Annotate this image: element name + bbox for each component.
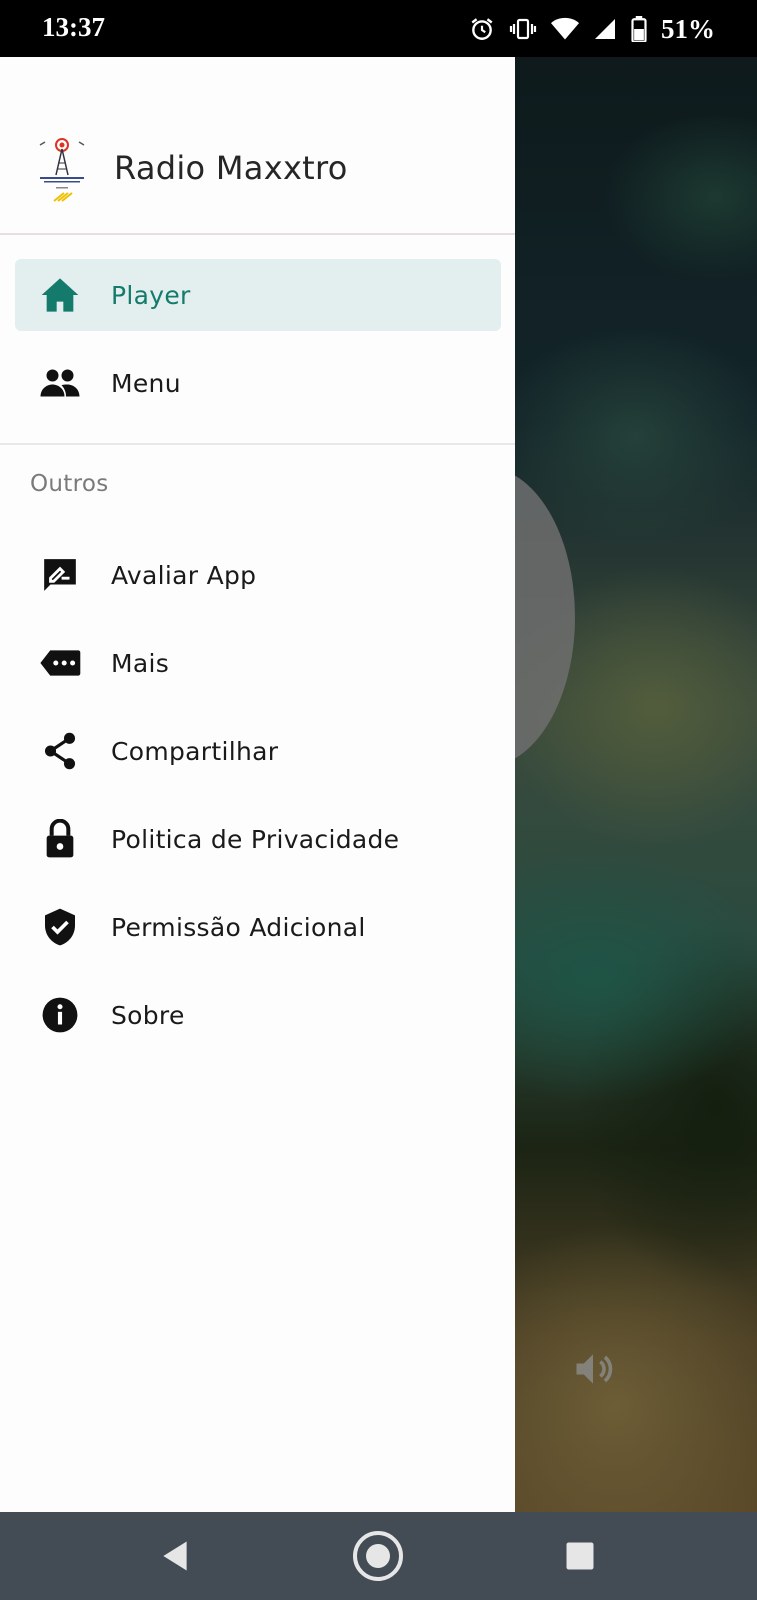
navigation-drawer: Radio Maxxtro Player Menu Outros Avaliar… [0, 57, 515, 1512]
drawer-item-menu[interactable]: Menu [15, 347, 501, 419]
signal-icon [595, 19, 615, 39]
drawer-item-politica-de-privacidade[interactable]: Politica de Privacidade [15, 803, 501, 875]
back-icon [163, 1541, 187, 1571]
battery-percentage: 51% [661, 13, 715, 44]
info-icon [39, 994, 81, 1036]
status-bar: 13:37 51% [0, 0, 757, 57]
drawer-item-permissao-adicional[interactable]: Permissão Adicional [15, 891, 501, 963]
shield-check-icon [39, 906, 81, 948]
drawer-item-label: Avaliar App [111, 560, 257, 590]
people-icon [39, 362, 81, 404]
section-title-outros: Outros [30, 471, 109, 497]
drawer-divider [0, 443, 515, 445]
drawer-item-label: Player [111, 280, 191, 310]
volume-icon [576, 1354, 613, 1384]
wifi-icon [551, 17, 579, 40]
app-logo [39, 138, 85, 202]
drawer-item-label: Sobre [111, 1000, 185, 1030]
back-button[interactable] [135, 1512, 215, 1600]
drawer-item-mais[interactable]: Mais [15, 627, 501, 699]
drawer-item-compartilhar[interactable]: Compartilhar [15, 715, 501, 787]
status-time: 13:37 [42, 12, 105, 42]
drawer-header: Radio Maxxtro [0, 57, 515, 235]
alarm-icon [471, 18, 493, 40]
vibrate-icon [509, 18, 537, 40]
system-navigation-bar [0, 1512, 757, 1600]
home-button[interactable] [338, 1512, 418, 1600]
rate-review-icon [39, 554, 81, 596]
drawer-item-label: Menu [111, 368, 181, 398]
drawer-item-label: Compartilhar [111, 736, 279, 766]
recents-button[interactable] [540, 1512, 620, 1600]
play-button-shadow [515, 467, 575, 767]
app-name: Radio Maxxtro [114, 149, 348, 187]
home-icon [39, 274, 81, 316]
more-label-icon [39, 642, 81, 684]
lock-icon [39, 818, 81, 860]
drawer-item-label: Permissão Adicional [111, 912, 366, 942]
drawer-item-label: Mais [111, 648, 170, 678]
share-icon [39, 730, 81, 772]
player-background [515, 57, 757, 1512]
drawer-item-sobre[interactable]: Sobre [15, 979, 501, 1051]
drawer-item-avaliar-app[interactable]: Avaliar App [15, 539, 501, 611]
drawer-item-label: Politica de Privacidade [111, 824, 400, 854]
home-circle-icon [353, 1531, 403, 1581]
status-icons: 51% [469, 14, 715, 44]
battery-icon [631, 16, 647, 42]
drawer-item-player[interactable]: Player [15, 259, 501, 331]
recents-icon [566, 1542, 594, 1570]
